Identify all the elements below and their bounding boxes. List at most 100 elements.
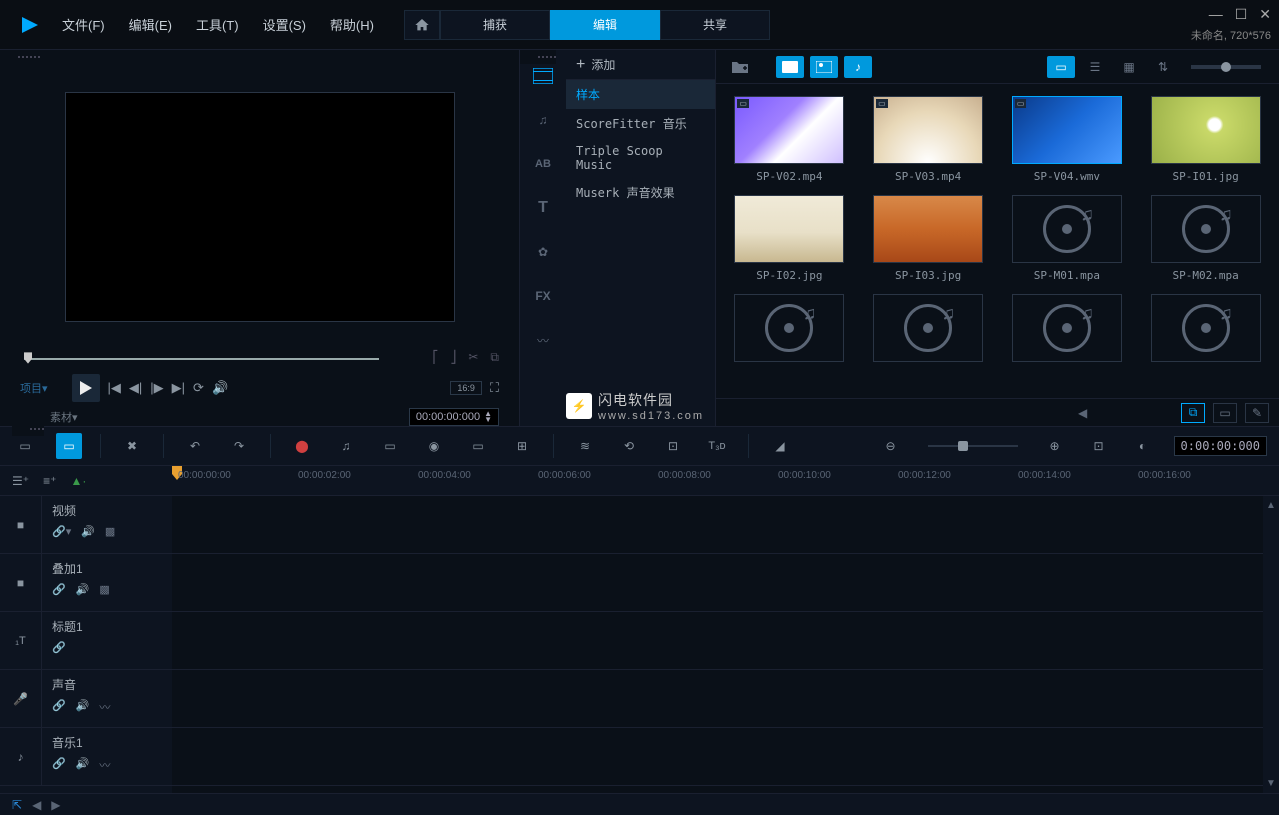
lib-tab-title[interactable]: T bbox=[529, 196, 557, 220]
timeline-ruler[interactable]: 00:00:00:0000:00:02:0000:00:04:0000:00:0… bbox=[172, 466, 1279, 495]
cut-icon[interactable]: ✂ bbox=[468, 350, 478, 365]
lib-tab-media[interactable] bbox=[529, 64, 557, 88]
media-item[interactable] bbox=[1006, 294, 1129, 368]
lib-tab-fx[interactable]: FX bbox=[529, 284, 557, 308]
drag-handle[interactable] bbox=[520, 50, 556, 64]
timeline-view-button[interactable]: ▭ bbox=[56, 433, 82, 459]
link-button[interactable]: 🔗 bbox=[52, 699, 66, 715]
prev-frame-button[interactable]: ◀| bbox=[129, 380, 142, 396]
end-button[interactable]: ▶| bbox=[172, 380, 185, 396]
menu-file[interactable]: 文件(F) bbox=[62, 15, 105, 34]
footer-view1-button[interactable]: ⧉ bbox=[1181, 403, 1205, 423]
subtitle-button[interactable]: ▭ bbox=[465, 433, 491, 459]
fade-button[interactable]: 〰 bbox=[99, 757, 110, 773]
footer-edit-button[interactable]: ✎ bbox=[1245, 403, 1269, 423]
mute-button[interactable]: 🔊 bbox=[76, 583, 90, 596]
sort-button[interactable]: ⇅ bbox=[1149, 56, 1177, 78]
3d-title-button[interactable]: T₃ᴅ bbox=[704, 433, 730, 459]
tree-scorefitter[interactable]: ScoreFitter 音乐 bbox=[566, 109, 715, 138]
preview-timecode[interactable]: 00:00:00:000 ▲▼ bbox=[409, 408, 499, 426]
zoom-in-button[interactable]: ⊕ bbox=[1042, 433, 1068, 459]
footer-view2-button[interactable]: ▭ bbox=[1213, 403, 1237, 423]
media-item[interactable]: SP-I03.jpg bbox=[867, 195, 990, 282]
home-button[interactable]: |◀ bbox=[108, 380, 121, 396]
media-item[interactable]: SP-I01.jpg bbox=[1144, 96, 1267, 183]
track-video[interactable]: ■ 视频 🔗▾ 🔊 ▩ bbox=[0, 496, 172, 554]
media-item[interactable] bbox=[867, 294, 990, 368]
tab-share[interactable]: 共享 bbox=[660, 10, 770, 40]
lib-tab-transition[interactable]: AB bbox=[529, 152, 557, 176]
mode-clip-button[interactable]: 素材▾ bbox=[50, 409, 78, 425]
view-list-button[interactable]: ☰ bbox=[1081, 56, 1109, 78]
minimize-button[interactable]: — bbox=[1209, 6, 1223, 23]
link-button[interactable]: 🔗 bbox=[52, 583, 66, 596]
link-button[interactable]: 🔗 bbox=[52, 641, 66, 654]
mute-button[interactable]: 🔊 bbox=[76, 699, 90, 715]
tab-capture[interactable]: 捕获 bbox=[440, 10, 550, 40]
import-button[interactable] bbox=[726, 56, 754, 78]
tab-edit[interactable]: 编辑 bbox=[550, 10, 660, 40]
media-item[interactable]: ▭SP-V04.wmv bbox=[1006, 96, 1129, 183]
fit-button[interactable]: ⊡ bbox=[1086, 433, 1112, 459]
lock-button[interactable]: ▩ bbox=[105, 525, 115, 538]
tree-muserk[interactable]: Muserk 声音效果 bbox=[566, 178, 715, 207]
filter-image-button[interactable] bbox=[810, 56, 838, 78]
mute-button[interactable]: 🔊 bbox=[81, 525, 95, 538]
mute-button[interactable]: 🔊 bbox=[76, 757, 90, 773]
loop-button[interactable]: ⟳ bbox=[193, 380, 204, 396]
scrub-bar[interactable] bbox=[24, 358, 379, 360]
track-title[interactable]: ₁T 标题1 🔗 bbox=[0, 612, 172, 670]
drag-handle[interactable] bbox=[0, 50, 519, 64]
track-manage-button[interactable]: ≡⁺ bbox=[43, 474, 56, 488]
reverse-button[interactable]: ⟲ bbox=[616, 433, 642, 459]
menu-tools[interactable]: 工具(T) bbox=[196, 15, 239, 34]
menu-edit[interactable]: 编辑(E) bbox=[129, 15, 172, 34]
close-button[interactable]: ✕ bbox=[1259, 6, 1271, 23]
timeline-lanes[interactable] bbox=[172, 496, 1263, 793]
scroll-left-button[interactable]: ◀ bbox=[32, 798, 41, 812]
chroma-button[interactable]: ◢ bbox=[767, 433, 793, 459]
tree-triplescoop[interactable]: Triple Scoop Music bbox=[566, 138, 715, 178]
lib-tab-graphics[interactable]: ✿ bbox=[529, 240, 557, 264]
drag-handle[interactable] bbox=[12, 422, 44, 436]
motion-button[interactable]: ◉ bbox=[421, 433, 447, 459]
mark-in-icon[interactable]: ⎡ bbox=[432, 350, 438, 365]
zoom-slider[interactable] bbox=[928, 445, 1018, 447]
menu-help[interactable]: 帮助(H) bbox=[330, 15, 374, 34]
aspect-badge[interactable]: 16:9 bbox=[450, 381, 482, 395]
scroll-up-button[interactable]: ▲ bbox=[1266, 500, 1276, 511]
lib-tab-sound[interactable]: ♫ bbox=[529, 108, 557, 132]
view-grid-button[interactable]: ▦ bbox=[1115, 56, 1143, 78]
media-item[interactable]: SP-M02.mpa bbox=[1144, 195, 1267, 282]
mark-out-icon[interactable]: ⎦ bbox=[450, 350, 456, 365]
speed-button[interactable]: ≋ bbox=[572, 433, 598, 459]
fade-button[interactable]: 〰 bbox=[99, 699, 110, 715]
track-music[interactable]: ♪ 音乐1 🔗 🔊 〰 bbox=[0, 728, 172, 786]
maximize-button[interactable]: ☐ bbox=[1235, 6, 1248, 23]
expand-button[interactable]: ⇱ bbox=[12, 798, 22, 812]
lib-tab-path[interactable]: 〰 bbox=[529, 328, 557, 352]
media-item[interactable] bbox=[1144, 294, 1267, 368]
scroll-down-button[interactable]: ▼ bbox=[1266, 778, 1276, 789]
redo-button[interactable]: ↷ bbox=[226, 433, 252, 459]
tool-button[interactable]: ✖ bbox=[119, 433, 145, 459]
link-button[interactable]: 🔗▾ bbox=[52, 525, 71, 538]
scroll-right-button[interactable]: ▶ bbox=[51, 798, 60, 812]
track-overlay[interactable]: ■ 叠加1 🔗 🔊 ▩ bbox=[0, 554, 172, 612]
media-item[interactable] bbox=[728, 294, 851, 368]
media-item[interactable]: SP-M01.mpa bbox=[1006, 195, 1129, 282]
media-item[interactable]: SP-I02.jpg bbox=[728, 195, 851, 282]
play-button[interactable] bbox=[72, 374, 100, 402]
menu-settings[interactable]: 设置(S) bbox=[263, 15, 306, 34]
volume-button[interactable]: 🔊 bbox=[212, 380, 228, 396]
split-icon[interactable]: ⧉ bbox=[490, 350, 499, 365]
next-frame-button[interactable]: |▶ bbox=[150, 380, 163, 396]
media-item[interactable]: ▭SP-V03.mp4 bbox=[867, 96, 990, 183]
scrub-marker-icon[interactable] bbox=[24, 352, 32, 364]
tree-sample[interactable]: 样本 bbox=[566, 80, 715, 109]
storyboard-view-button[interactable]: ▭ bbox=[12, 433, 38, 459]
multi-trim-button[interactable]: ⊞ bbox=[509, 433, 535, 459]
mode-project-button[interactable]: 项目▾ bbox=[20, 380, 48, 396]
track-voice[interactable]: 🎤 声音 🔗 🔊 〰 bbox=[0, 670, 172, 728]
track-button[interactable]: ⊡ bbox=[660, 433, 686, 459]
